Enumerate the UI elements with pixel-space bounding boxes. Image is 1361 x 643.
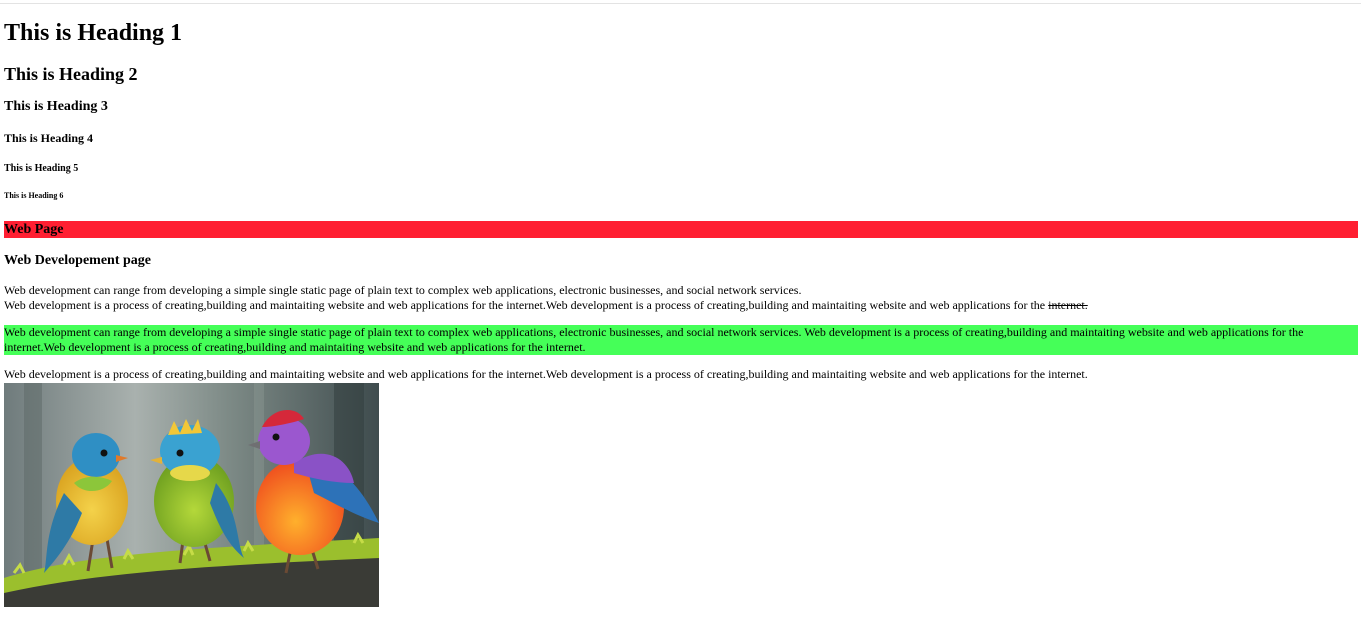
closing-paragraph: Web development is a process of creating…: [4, 367, 1088, 381]
struck-text: internet.: [1048, 298, 1088, 312]
intro-line-2-text: Web development is a process of creating…: [4, 298, 1049, 312]
intro-paragraph: Web development can range from developin…: [4, 283, 1358, 313]
heading-6: This is Heading 6: [4, 191, 64, 200]
intro-line-1: Web development can range from developin…: [4, 283, 802, 297]
heading-3: This is Heading 3: [4, 99, 108, 114]
heading-1: This is Heading 1: [4, 20, 183, 46]
web-page-banner: Web Page: [4, 221, 1358, 238]
three-colorful-birds-image: [4, 383, 379, 607]
highlighted-paragraph: Web development can range from developin…: [4, 325, 1358, 355]
heading-5: This is Heading 5: [4, 163, 79, 174]
web-development-subheading: Web Developement page: [4, 253, 151, 268]
top-divider: [0, 3, 1361, 4]
heading-4: This is Heading 4: [4, 131, 94, 145]
heading-2: This is Heading 2: [4, 64, 138, 84]
intro-line-2: Web development is a process of creating…: [4, 298, 1358, 313]
